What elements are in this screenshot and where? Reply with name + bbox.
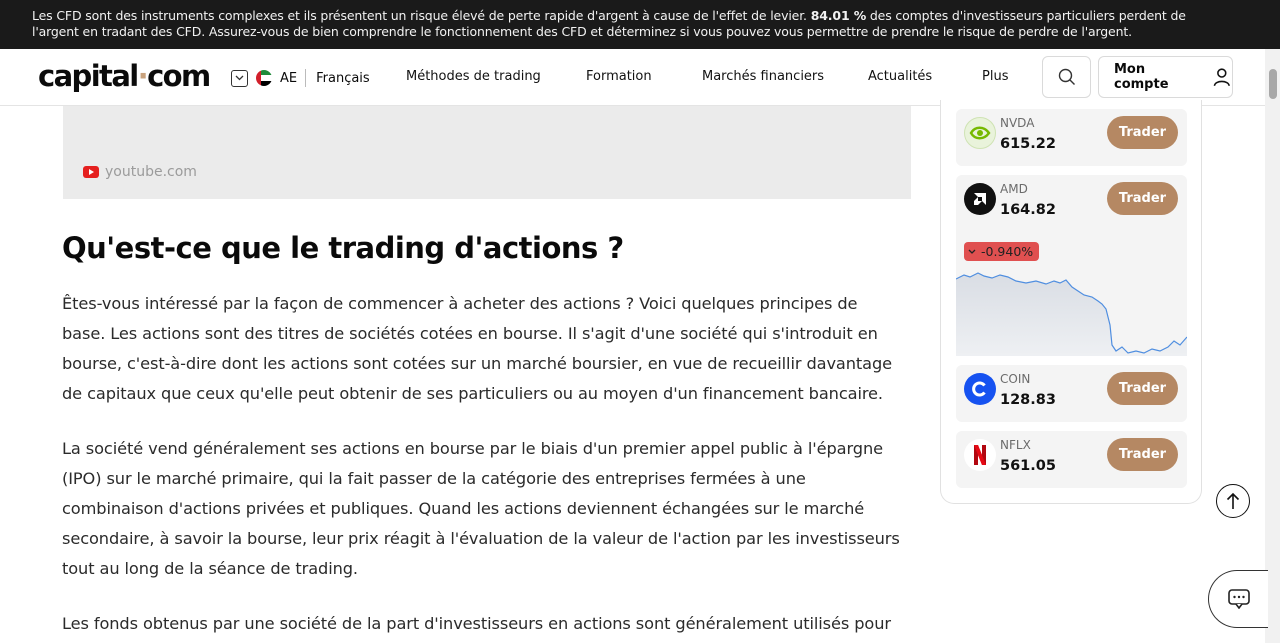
arrow-up-icon bbox=[1226, 492, 1240, 509]
divider bbox=[305, 69, 307, 87]
chevron-down-icon[interactable] bbox=[231, 69, 248, 87]
risk-text-start: Les CFD sont des instruments complexes e… bbox=[32, 8, 811, 23]
ticker-symbol: AMD bbox=[1000, 182, 1028, 196]
ticker-coin[interactable]: COIN 128.83 Trader bbox=[956, 365, 1187, 422]
user-icon bbox=[1214, 68, 1231, 87]
ticker-nvda[interactable]: NVDA 615.22 Trader bbox=[956, 109, 1187, 166]
trade-button[interactable]: Trader bbox=[1107, 372, 1178, 405]
language-label[interactable]: Français bbox=[316, 71, 370, 86]
region-code: AE bbox=[280, 70, 298, 86]
coinbase-icon bbox=[964, 373, 996, 405]
article-paragraph-2: La société vend généralement ses actions… bbox=[62, 434, 912, 584]
ticker-price: 164.82 bbox=[1000, 202, 1056, 218]
nvidia-icon bbox=[964, 117, 996, 149]
uae-flag-icon bbox=[256, 70, 272, 86]
page-scrollbar[interactable] bbox=[1265, 49, 1280, 643]
risk-warning-banner: Les CFD sont des instruments complexes e… bbox=[0, 0, 1280, 49]
ticker-amd[interactable]: AMD 164.82 Trader -0.940% bbox=[956, 175, 1187, 356]
chat-button[interactable] bbox=[1208, 570, 1268, 628]
price-sparkline bbox=[956, 272, 1187, 356]
nav-trading-methods[interactable]: Méthodes de trading bbox=[406, 69, 541, 84]
youtube-icon bbox=[83, 166, 99, 178]
account-label: Mon compte bbox=[1114, 62, 1169, 92]
trade-button[interactable]: Trader bbox=[1107, 116, 1178, 149]
trade-button[interactable]: Trader bbox=[1107, 438, 1178, 471]
article-paragraph-1: Êtes-vous intéressé par la façon de comm… bbox=[62, 289, 912, 409]
video-source[interactable]: youtube.com bbox=[83, 164, 197, 180]
netflix-icon bbox=[964, 439, 996, 471]
text-line: combinaison d'actions privées et publiqu… bbox=[62, 499, 865, 518]
ticker-price: 615.22 bbox=[1000, 136, 1056, 152]
video-embed[interactable]: youtube.com bbox=[63, 106, 911, 199]
ticker-symbol: NVDA bbox=[1000, 116, 1035, 130]
chevron-down-icon bbox=[968, 249, 976, 254]
account-button[interactable]: Mon compte bbox=[1098, 56, 1233, 98]
search-button[interactable] bbox=[1042, 56, 1091, 98]
chat-icon bbox=[1227, 589, 1250, 609]
article-paragraph-3: Les fonds obtenus par une société de la … bbox=[62, 609, 912, 639]
search-icon bbox=[1058, 68, 1075, 85]
ticker-nflx[interactable]: NFLX 561.05 Trader bbox=[956, 431, 1187, 488]
text-line: de capitaux que ceux qu'elle peut obteni… bbox=[62, 384, 883, 403]
price-change-badge: -0.940% bbox=[964, 242, 1040, 261]
region-language-selector[interactable]: AE Français bbox=[231, 69, 370, 87]
ticker-price: 128.83 bbox=[1000, 392, 1056, 408]
text-line: secondaire, à savoir la bourse, leur pri… bbox=[62, 529, 900, 548]
amd-icon bbox=[964, 183, 996, 215]
text-line: tout au long de la séance de trading. bbox=[62, 559, 358, 578]
logo-text-com: com bbox=[147, 59, 211, 93]
trade-button[interactable]: Trader bbox=[1107, 182, 1178, 215]
ticker-symbol: COIN bbox=[1000, 372, 1031, 386]
price-change-value: -0.940% bbox=[981, 244, 1034, 259]
video-source-label: youtube.com bbox=[105, 164, 197, 180]
ticker-price: 561.05 bbox=[1000, 458, 1056, 474]
risk-percentage: 84.01 % bbox=[810, 8, 867, 23]
text-line: base. Les actions sont des titres de soc… bbox=[62, 324, 878, 343]
nav-education[interactable]: Formation bbox=[586, 69, 652, 84]
logo-dot: · bbox=[137, 59, 149, 93]
logo-text-capital: capital bbox=[38, 59, 139, 93]
scrollbar-thumb[interactable] bbox=[1269, 69, 1277, 99]
text-line: bourse, c'est-à-dire dont les actions so… bbox=[62, 354, 893, 373]
text-line: Les fonds obtenus par une société de la … bbox=[62, 614, 891, 633]
nav-markets[interactable]: Marchés financiers bbox=[702, 69, 824, 84]
scroll-to-top-button[interactable] bbox=[1216, 484, 1250, 518]
text-line: Êtes-vous intéressé par la façon de comm… bbox=[62, 294, 858, 313]
article-heading: Qu'est-ce que le trading d'actions ? bbox=[62, 231, 624, 265]
site-header: capital·com AE Français Méthodes de trad… bbox=[0, 49, 1265, 106]
nav-more[interactable]: Plus bbox=[982, 69, 1008, 84]
text-line: La société vend généralement ses actions… bbox=[62, 439, 883, 458]
capital-com-logo[interactable]: capital·com bbox=[38, 59, 211, 93]
ticker-symbol: NFLX bbox=[1000, 438, 1031, 452]
text-line: (IPO) sur le marché primaire, qui la fai… bbox=[62, 469, 806, 488]
nav-news[interactable]: Actualités bbox=[868, 69, 932, 84]
